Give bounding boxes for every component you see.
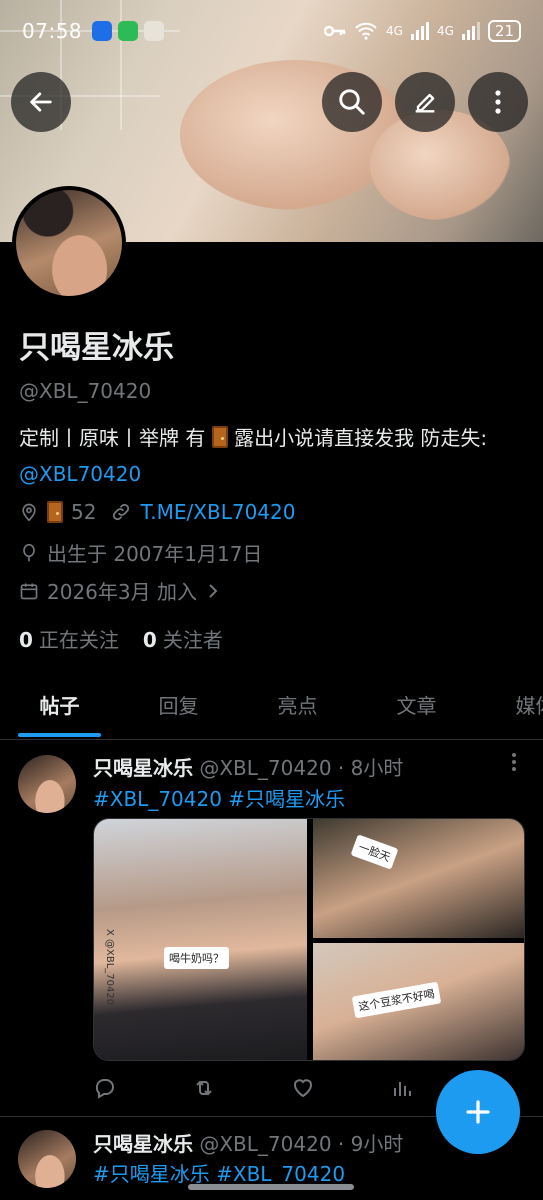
plus-icon	[466, 1100, 490, 1124]
image-watermark: X @XBL_70420	[104, 929, 115, 1006]
profile-tabs: 帖子 回复 亮点 文章 媒体	[0, 678, 543, 740]
key-icon	[324, 25, 346, 37]
status-bar: 07:58 4G 4G 21	[0, 0, 543, 62]
profile-meta-row: 52 T.ME/XBL70420	[19, 500, 529, 524]
profile-birthday: 出生于 2007年1月17日	[47, 542, 263, 566]
pencil-icon	[415, 93, 435, 113]
tweet-author-handle: @XBL_70420	[199, 756, 332, 780]
tweet-hashtags[interactable]: #只喝星冰乐 #XBL_70420	[93, 1158, 345, 1187]
tweet-image[interactable]: X @XBL_70420 喝牛奶吗？	[94, 819, 307, 1060]
tweet-author-name[interactable]: 只喝星冰乐	[93, 756, 193, 780]
tab-media[interactable]: 媒体	[476, 678, 543, 739]
image-caption: 一脸天	[350, 834, 399, 870]
profile-avatar[interactable]	[12, 186, 126, 300]
more-options-button[interactable]	[468, 72, 528, 132]
status-indicators: 4G 4G 21	[324, 20, 521, 42]
tab-posts[interactable]: 帖子	[0, 678, 119, 739]
tweet-image[interactable]: 一脸天	[313, 819, 524, 938]
signal-icon	[410, 22, 429, 40]
door-emoji-icon	[47, 501, 63, 523]
reply-icon[interactable]	[93, 1076, 117, 1100]
bio-text-2: 露出小说请直接发我 防走失:	[227, 426, 488, 450]
balloon-icon	[23, 543, 35, 561]
tweet-avatar[interactable]	[18, 1130, 76, 1188]
bio-text: 定制丨原味丨举牌 有	[19, 426, 206, 450]
followers-label: 关注者	[162, 628, 223, 652]
tab-highlights[interactable]: 亮点	[238, 678, 357, 739]
image-caption: 喝牛奶吗？	[164, 947, 229, 969]
following-link[interactable]: 0 正在关注	[19, 624, 119, 653]
followers-count: 0	[142, 628, 157, 652]
more-vertical-icon	[495, 90, 501, 114]
network-type-b: 4G	[436, 24, 454, 38]
profile-birthday-row: 出生于 2007年1月17日	[19, 538, 529, 567]
tweet-time: · 8小时	[337, 756, 404, 780]
bio-mention-link[interactable]: @XBL70420	[19, 462, 141, 486]
tab-articles[interactable]: 文章	[357, 678, 476, 739]
edit-button[interactable]	[395, 72, 455, 132]
app-notification-icon	[118, 21, 139, 41]
tweet-author-name[interactable]: 只喝星冰乐	[93, 1132, 193, 1156]
tweet-avatar[interactable]	[18, 755, 76, 813]
tweet-header: 只喝星冰乐 @XBL_70420 · 8小时	[93, 752, 403, 781]
retweet-icon[interactable]	[192, 1076, 216, 1100]
follow-stats: 0 正在关注 0 关注者	[19, 624, 529, 653]
more-vertical-icon	[512, 753, 516, 771]
network-type-a: 4G	[386, 24, 403, 38]
tweet-header: 只喝星冰乐 @XBL_70420 · 9小时	[93, 1128, 403, 1157]
search-icon	[339, 89, 365, 115]
tweet-time: · 9小时	[337, 1132, 404, 1156]
image-caption: 这个豆浆不好喝	[351, 981, 442, 1019]
profile-location: 52	[71, 500, 97, 524]
tweet-media-grid[interactable]: X @XBL_70420 喝牛奶吗？ 一脸天 这个豆浆不好喝	[93, 818, 525, 1061]
compose-button[interactable]	[436, 1070, 520, 1154]
profile-joined-row[interactable]: 2026年3月 加入	[19, 576, 529, 605]
door-emoji-icon	[211, 426, 228, 448]
search-button[interactable]	[322, 72, 382, 132]
status-time: 07:58	[22, 19, 83, 43]
profile-joined: 2026年3月 加入	[47, 580, 197, 604]
following-label: 正在关注	[38, 628, 119, 652]
chevron-right-icon	[209, 583, 218, 598]
back-button[interactable]	[11, 72, 71, 132]
heart-icon[interactable]	[291, 1076, 315, 1100]
battery-level: 21	[487, 20, 521, 42]
profile-website-link[interactable]: T.ME/XBL70420	[140, 500, 295, 524]
profile-bio: 定制丨原味丨举牌 有 露出小说请直接发我 防走失: @XBL70420	[19, 420, 529, 492]
tweet-image[interactable]: 这个豆浆不好喝	[313, 943, 524, 1060]
profile-handle: @XBL_70420	[19, 379, 152, 403]
home-indicator[interactable]	[188, 1184, 354, 1190]
profile-name: 只喝星冰乐	[19, 330, 174, 366]
app-notification-icon	[144, 21, 165, 41]
calendar-icon	[20, 583, 38, 599]
arrow-left-icon	[30, 92, 52, 112]
tweet-hashtags[interactable]: #XBL_70420 #只喝星冰乐	[93, 783, 345, 812]
followers-link[interactable]: 0 关注者	[143, 624, 223, 653]
status-app-icons	[92, 21, 165, 41]
tweet-more-button[interactable]	[511, 752, 517, 777]
following-count: 0	[19, 628, 33, 652]
tab-replies[interactable]: 回复	[119, 678, 238, 739]
app-notification-icon	[92, 21, 113, 41]
bar-chart-icon[interactable]	[390, 1076, 414, 1100]
link-icon	[113, 503, 130, 521]
location-pin-icon	[22, 503, 36, 522]
signal-icon	[461, 22, 480, 40]
wifi-icon	[355, 22, 377, 40]
tweet-author-handle: @XBL_70420	[199, 1132, 332, 1156]
